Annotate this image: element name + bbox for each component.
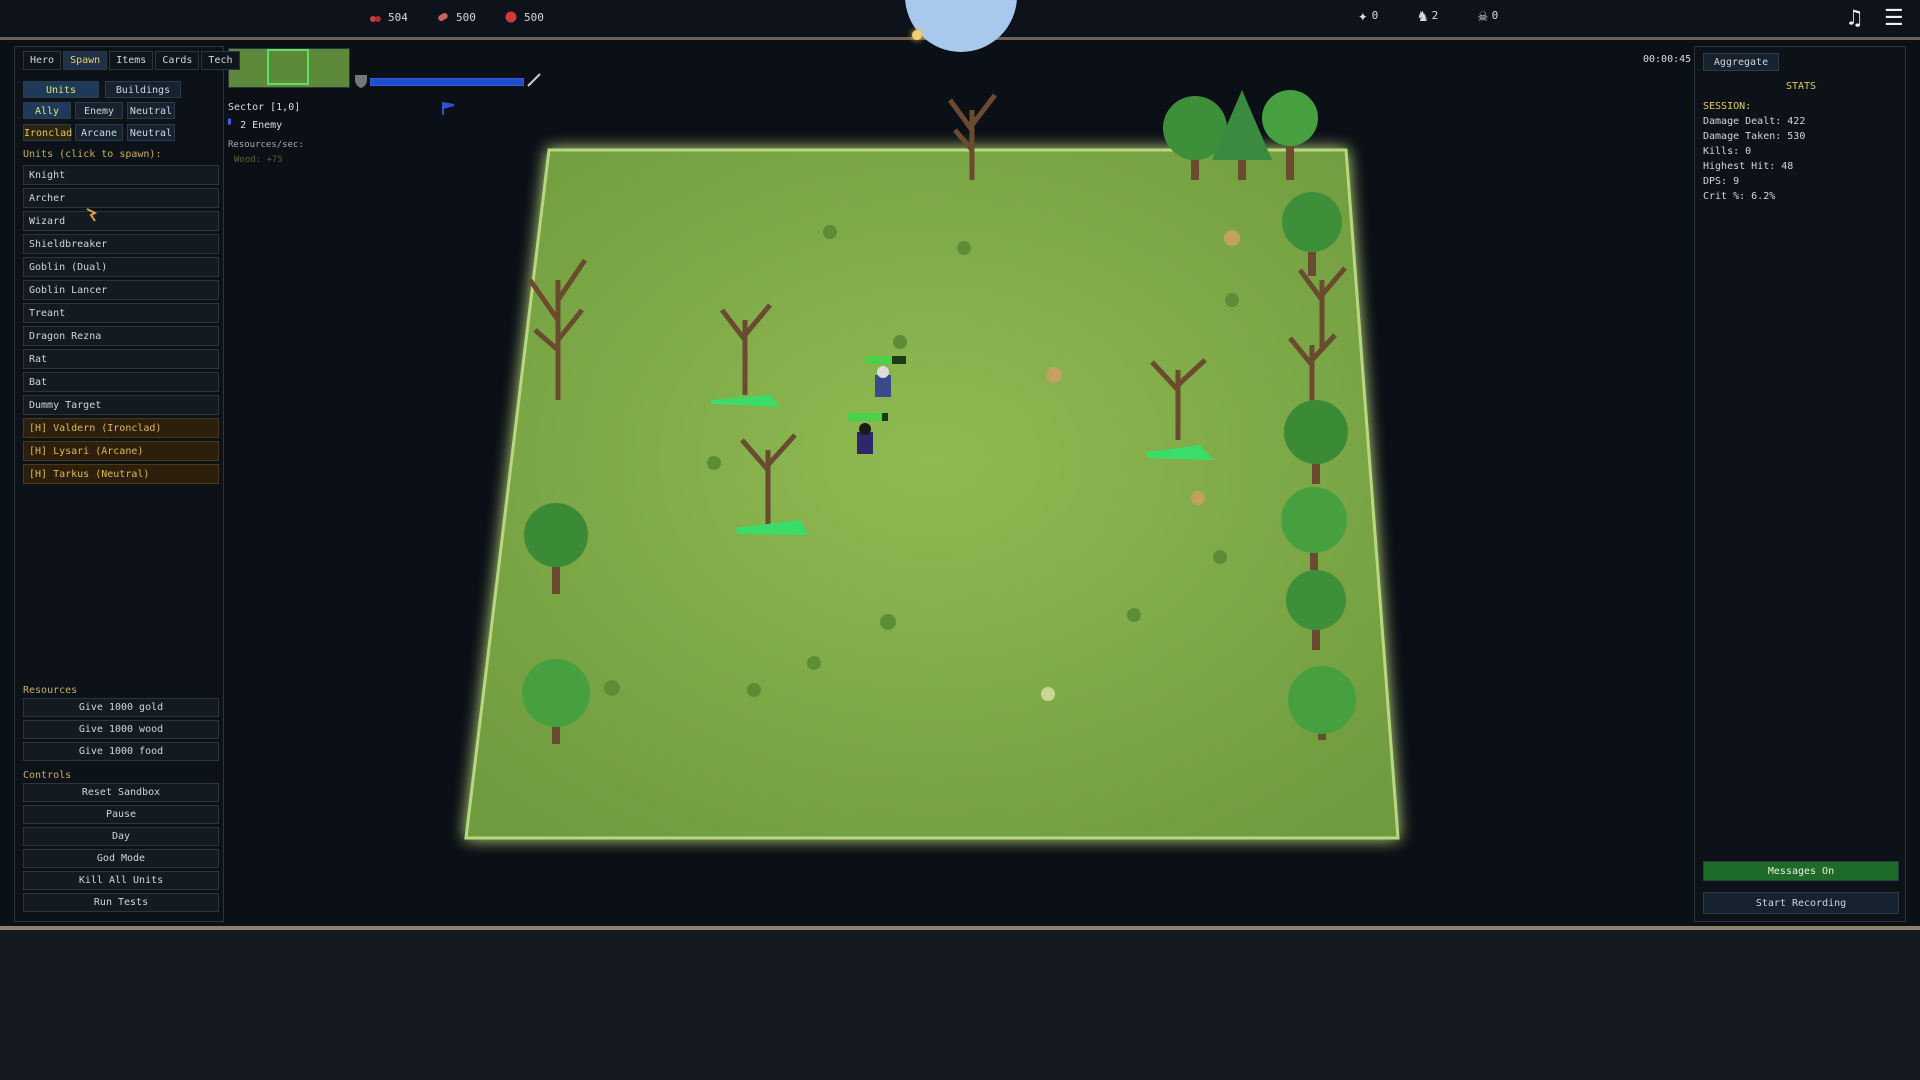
give-food-button[interactable]: Give 1000 food — [23, 742, 219, 761]
unit-dragon-rezna[interactable]: Dragon Rezna — [23, 326, 219, 346]
left-panel: Hero Spawn Items Cards Tech Units Buildi… — [14, 46, 240, 922]
shield-icon — [355, 75, 367, 88]
day-button[interactable]: Day — [23, 827, 219, 846]
subtab-buildings[interactable]: Buildings — [105, 81, 181, 98]
tab-tech[interactable]: Tech — [201, 51, 240, 70]
flag-icon — [442, 102, 455, 115]
left-tabs: Hero Spawn Items Cards Tech — [23, 51, 240, 70]
stat-damage-taken: Damage Taken: 530 — [1703, 131, 1806, 142]
resources-rate-label: Resources/sec: — [228, 140, 304, 150]
minimap-viewport[interactable] — [267, 49, 309, 85]
give-gold-button[interactable]: Give 1000 gold — [23, 698, 219, 717]
subtab-units[interactable]: Units — [23, 81, 99, 98]
bottom-bar — [0, 926, 1920, 1080]
unit-knight[interactable]: Knight — [23, 165, 219, 185]
kill-all-units-button[interactable]: Kill All Units — [23, 871, 219, 890]
unit-shieldbreaker[interactable]: Shieldbreaker — [23, 234, 219, 254]
unit-wizard[interactable]: Wizard — [23, 211, 219, 231]
hero-valdern[interactable]: [H] Valdern (Ironclad) — [23, 418, 219, 438]
minimap-strip[interactable] — [228, 48, 350, 88]
faction-enemy[interactable]: Enemy — [75, 102, 123, 119]
faction-neutral[interactable]: Neutral — [127, 102, 175, 119]
start-recording-button[interactable]: Start Recording — [1703, 892, 1899, 914]
sector-label: Sector [1,0] — [228, 102, 301, 113]
unit-goblin-lancer[interactable]: Goblin Lancer — [23, 280, 219, 300]
controls-label: Controls — [23, 770, 72, 781]
god-mode-button[interactable]: God Mode — [23, 849, 219, 868]
game-world[interactable] — [0, 0, 1920, 1080]
resources-label: Resources — [23, 685, 78, 696]
alignment-ironclad[interactable]: Ironclad — [23, 124, 72, 141]
unit-treant[interactable]: Treant — [23, 303, 219, 323]
stats-title: STATS — [1785, 81, 1817, 92]
units-label: Units (click to spawn): — [23, 149, 162, 160]
stat-highest-hit: Highest Hit: 48 — [1703, 161, 1794, 172]
wood-rate: Wood: +75 — [234, 155, 283, 165]
tab-cards[interactable]: Cards — [155, 51, 200, 70]
alignment-neutral[interactable]: Neutral — [127, 124, 175, 141]
hero-lysari[interactable]: [H] Lysari (Arcane) — [23, 441, 219, 461]
balance-bar — [370, 78, 524, 86]
run-tests-button[interactable]: Run Tests — [23, 893, 219, 912]
stat-dps: DPS: 9 — [1703, 176, 1740, 187]
stat-damage-dealt: Damage Dealt: 422 — [1703, 116, 1806, 127]
alignment-arcane[interactable]: Arcane — [75, 124, 123, 141]
cursor-icon — [86, 208, 98, 222]
unit-rat[interactable]: Rat — [23, 349, 219, 369]
unit-dummy-target[interactable]: Dummy Target — [23, 395, 219, 415]
right-panel: Aggregate STATS SESSION: Damage Dealt: 4… — [1694, 46, 1906, 922]
tab-spawn[interactable]: Spawn — [63, 51, 108, 70]
sword-icon — [527, 73, 541, 87]
tab-items[interactable]: Items — [109, 51, 154, 70]
unit-bat[interactable]: Bat — [23, 372, 219, 392]
unit-archer[interactable]: Archer — [23, 188, 219, 208]
session-label: SESSION: — [1703, 101, 1752, 112]
grass-field[interactable] — [464, 148, 1400, 840]
reset-sandbox-button[interactable]: Reset Sandbox — [23, 783, 219, 802]
enemy-icon: ▘ — [228, 120, 235, 131]
tab-hero[interactable]: Hero — [23, 51, 62, 70]
pause-button[interactable]: Pause — [23, 805, 219, 824]
stat-kills: Kills: 0 — [1703, 146, 1752, 157]
faction-ally[interactable]: Ally — [23, 102, 71, 119]
unit-goblin-dual[interactable]: Goblin (Dual) — [23, 257, 219, 277]
enemy-count: ▘ 2 Enemy — [228, 120, 283, 131]
stats-list: SESSION: Damage Dealt: 422 Damage Taken:… — [1703, 99, 1805, 204]
game-timer: 00:00:45 — [1643, 54, 1692, 65]
give-wood-button[interactable]: Give 1000 wood — [23, 720, 219, 739]
messages-toggle-button[interactable]: Messages On — [1703, 861, 1899, 881]
stat-crit: Crit %: 6.2% — [1703, 191, 1776, 202]
aggregate-button[interactable]: Aggregate — [1703, 53, 1779, 71]
hero-tarkus[interactable]: [H] Tarkus (Neutral) — [23, 464, 219, 484]
